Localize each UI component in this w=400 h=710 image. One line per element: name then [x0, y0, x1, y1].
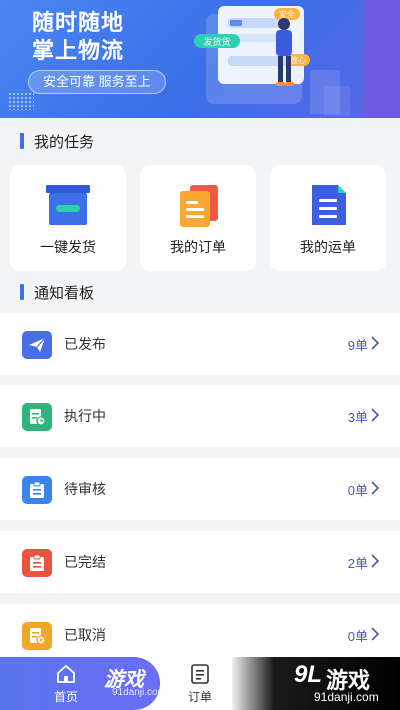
watermark-left-sub: 91danji.com [112, 687, 166, 698]
nav-tab-home[interactable]: 首页 [36, 657, 96, 710]
waybill-doc-icon [312, 185, 346, 225]
nav-tab-label: 订单 [187, 690, 212, 704]
watermark-right-logo: 9L [294, 661, 323, 688]
banner-slogan: 安全可靠 服务至上 [28, 70, 166, 94]
chevron-right-icon [371, 336, 380, 350]
notice-row-count: 0单 [347, 483, 368, 498]
clipboard-icon [22, 476, 52, 504]
notice-row-count: 0单 [347, 629, 368, 644]
banner-ship-tag: 发货货 [203, 36, 230, 47]
nav-tab-label: 首页 [53, 690, 78, 704]
watermark-right-sub: 91danji.com [314, 690, 379, 704]
notice-row-label: 已发布 [64, 336, 106, 352]
banner-assure-tag: 放心 [290, 55, 306, 65]
banner-side-strip [364, 0, 400, 118]
task-card-label: 我的订单 [170, 239, 226, 255]
notice-row-executing[interactable]: 执行中 3单 [0, 385, 400, 447]
top-banner[interactable]: 随时随地 掌上物流 安全可靠 服务至上 发货货 安全 放心 [0, 0, 400, 118]
notices-section-title: 通知看板 [34, 284, 95, 302]
task-card-label: 我的运单 [300, 239, 356, 255]
task-card-label: 一键发货 [40, 239, 96, 255]
notice-row-count: 2单 [347, 556, 368, 571]
home-icon [57, 664, 75, 683]
chevron-right-icon [371, 481, 380, 495]
banner-illustration: 发货货 安全 放心 [194, 6, 350, 116]
task-card-waybills[interactable]: 我的运单 [270, 165, 386, 271]
chevron-right-icon [371, 627, 380, 641]
task-cards: 一键发货 我的订单 我的运单 [10, 165, 386, 271]
notice-row-label: 已取消 [64, 627, 106, 643]
notice-row-pending-review[interactable]: 待审核 0单 [0, 458, 400, 520]
section-accent-bar [20, 284, 24, 300]
notice-row-label: 已完结 [64, 554, 106, 570]
order-doc-icon [180, 185, 218, 227]
banner-title-line1: 随时随地 [32, 10, 125, 35]
task-card-orders[interactable]: 我的订单 [140, 165, 256, 271]
notice-row-published[interactable]: 已发布 9单 [0, 313, 400, 375]
notice-row-count: 3单 [347, 410, 368, 425]
doc-cancel-icon [22, 622, 52, 650]
banner-dots-decoration [8, 92, 34, 110]
chevron-right-icon [371, 554, 380, 568]
clipboard-done-icon [22, 549, 52, 577]
tasks-section-header: 我的任务 [20, 131, 94, 151]
order-list-icon [191, 664, 209, 684]
doc-progress-icon [22, 403, 52, 431]
tasks-section-title: 我的任务 [34, 133, 95, 151]
notice-row-completed[interactable]: 已完结 2单 [0, 531, 400, 593]
notice-row-label: 待审核 [64, 481, 106, 497]
paper-plane-icon [22, 331, 52, 359]
chevron-right-icon [371, 408, 380, 422]
nav-tab-orders[interactable]: 订单 [170, 657, 230, 710]
banner-title-line2: 掌上物流 [32, 38, 125, 63]
ship-box-icon [46, 185, 90, 225]
notice-row-count: 9单 [347, 338, 368, 353]
notice-row-label: 执行中 [64, 408, 106, 424]
bottom-nav: 首页 游戏 91danji.com 订单 9L 游戏 91danji.com [0, 657, 400, 710]
banner-safe-tag: 安全 [279, 9, 295, 19]
task-card-ship[interactable]: 一键发货 [10, 165, 126, 271]
section-accent-bar [20, 133, 24, 149]
notices-section-header: 通知看板 [20, 282, 94, 302]
